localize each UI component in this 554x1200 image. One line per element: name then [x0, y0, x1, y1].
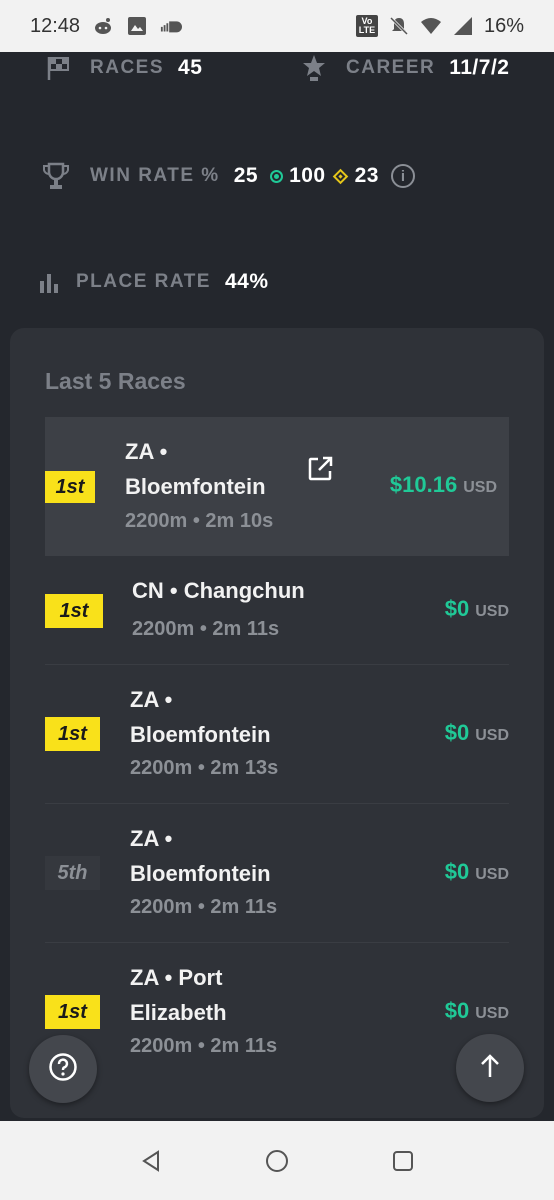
bell-off-icon	[388, 15, 410, 37]
soundcloud-icon	[160, 15, 182, 37]
question-icon	[48, 1052, 78, 1087]
prize-currency: USD	[475, 866, 509, 883]
prize-amount: $0	[444, 998, 470, 1023]
race-prize: $0 USD	[445, 859, 509, 885]
race-prize: $0 USD	[445, 720, 509, 746]
race-location: ZA • Bloemfontein	[125, 434, 266, 504]
last-races-card: Last 5 Races 1st ZA • Bloemfontein 2200m…	[10, 328, 544, 1118]
wifi-icon	[420, 15, 442, 37]
race-row[interactable]: 1st ZA • Bloemfontein 2200m • 2m 10s $10…	[45, 417, 509, 556]
race-location-line: CN • Changchun	[132, 578, 305, 603]
career-label: CAREER	[346, 57, 436, 78]
race-location-line: ZA •	[130, 826, 173, 851]
help-button[interactable]	[29, 1035, 97, 1103]
position-badge: 1st	[45, 717, 100, 751]
volte-icon: Vo LTE	[355, 15, 378, 37]
race-location: ZA • Port Elizabeth	[130, 960, 227, 1030]
race-location-line: Bloemfontein	[125, 474, 266, 499]
career-value: 11/7/2	[449, 56, 510, 79]
place-rate-value: 44%	[224, 270, 269, 293]
last-races-title: Last 5 Races	[45, 368, 186, 394]
race-location-line: Elizabeth	[130, 1000, 227, 1025]
race-location: CN • Changchun	[132, 573, 305, 608]
career-stat: CAREER 11/7/2	[300, 54, 509, 82]
position-badge: 1st	[45, 471, 95, 503]
home-circle-icon	[266, 1149, 288, 1172]
position-badge: 1st	[45, 995, 100, 1029]
yellow-diamond-icon	[332, 168, 348, 184]
race-meta: 2200m • 2m 13s	[130, 757, 279, 779]
race-meta: 2200m • 2m 10s	[125, 510, 274, 532]
battery-level: 16%	[483, 14, 524, 37]
races-value: 45	[178, 56, 203, 79]
race-location-line: ZA • Port	[130, 965, 223, 990]
race-location-line: ZA •	[125, 439, 168, 464]
win-rate-label: WIN RATE %	[90, 165, 220, 186]
nav-recents-button[interactable]	[383, 1141, 423, 1181]
win-rate-green-value: 100	[289, 164, 326, 187]
prize-currency: USD	[475, 603, 509, 620]
info-icon[interactable]: i	[390, 164, 415, 188]
signal-icon	[452, 15, 474, 37]
race-location-line: Bloemfontein	[130, 722, 271, 747]
place-rate-label: PLACE RATE	[76, 271, 211, 292]
races-stat: RACES 45	[44, 54, 202, 82]
race-row[interactable]: 1st CN • Changchun 2200m • 2m 11s $0 USD	[45, 556, 509, 665]
race-row[interactable]: 1st ZA • Port Elizabeth 2200m • 2m 11s $…	[45, 943, 509, 1082]
place-rate-stat: PLACE RATE 44%	[38, 268, 269, 296]
checkered-flag-icon	[44, 54, 72, 82]
race-location: ZA • Bloemfontein	[130, 821, 271, 891]
image-icon	[126, 15, 148, 37]
race-location-line: Bloemfontein	[130, 861, 271, 886]
win-rate-value: 25	[233, 164, 259, 187]
bar-chart-icon	[38, 268, 62, 296]
status-bar: 12:48 Vo LTE 16%	[0, 0, 554, 52]
prize-currency: USD	[475, 727, 509, 744]
back-triangle-icon	[142, 1149, 159, 1172]
race-row[interactable]: 1st ZA • Bloemfontein 2200m • 2m 13s $0 …	[45, 665, 509, 804]
race-prize: $10.16 USD	[390, 472, 497, 498]
trophy-icon	[40, 160, 72, 192]
prize-currency: USD	[475, 1005, 509, 1022]
position-badge: 1st	[45, 594, 103, 628]
race-prize: $0 USD	[445, 998, 509, 1024]
scroll-top-button[interactable]	[456, 1034, 524, 1102]
race-location: ZA • Bloemfontein	[130, 682, 271, 752]
prize-amount: $0	[444, 859, 470, 884]
win-rate-stat: WIN RATE % 25 100 23 i	[40, 160, 415, 192]
external-link-icon[interactable]	[305, 454, 335, 484]
prize-amount: $10.16	[389, 472, 458, 497]
nav-home-button[interactable]	[257, 1141, 297, 1181]
races-label: RACES	[90, 57, 165, 78]
nav-back-button[interactable]	[131, 1141, 171, 1181]
star-trophy-icon	[300, 54, 328, 82]
recents-square-icon	[393, 1150, 413, 1171]
race-location-line: ZA •	[130, 687, 173, 712]
race-meta: 2200m • 2m 11s	[130, 896, 278, 918]
status-time: 12:48	[30, 14, 81, 37]
arrow-up-icon	[478, 1053, 502, 1084]
position-badge: 5th	[45, 856, 100, 890]
reddit-icon	[92, 15, 114, 37]
system-nav-bar	[0, 1121, 554, 1200]
prize-amount: $0	[444, 596, 470, 621]
green-target-icon	[270, 169, 284, 183]
race-prize: $0 USD	[445, 596, 509, 622]
win-rate-yellow-value: 23	[354, 164, 379, 187]
prize-amount: $0	[444, 720, 470, 745]
race-meta: 2200m • 2m 11s	[130, 1035, 278, 1057]
prize-currency: USD	[463, 479, 497, 496]
race-row[interactable]: 5th ZA • Bloemfontein 2200m • 2m 11s $0 …	[45, 804, 509, 943]
race-meta: 2200m • 2m 11s	[132, 618, 280, 640]
